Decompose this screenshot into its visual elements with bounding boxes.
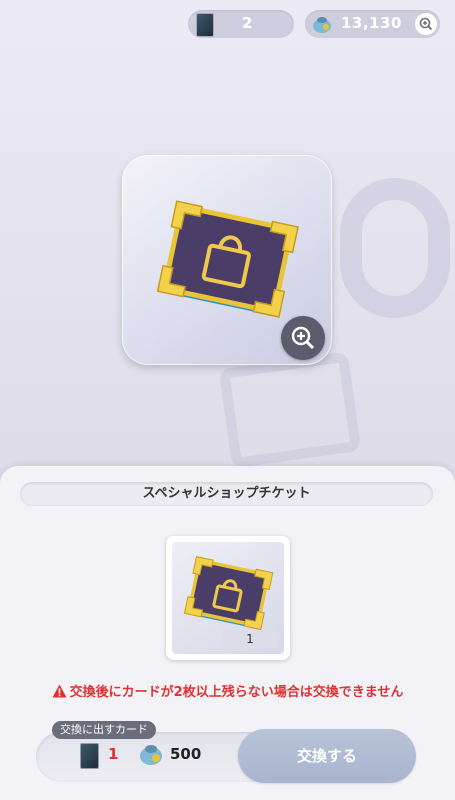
zoom-plus-icon bbox=[419, 17, 433, 31]
item-quantity-badge: 1 bbox=[222, 630, 278, 648]
card-icon bbox=[80, 743, 99, 769]
exchange-button[interactable]: 交換する bbox=[238, 729, 416, 783]
magnifier-plus-icon bbox=[291, 326, 315, 350]
background-decoration-card bbox=[218, 351, 362, 469]
top-status-bar: 2 13,130 bbox=[0, 10, 455, 40]
item-name-title: スペシャルショップチケット bbox=[20, 482, 433, 506]
item-thumbnail[interactable]: 1 bbox=[166, 536, 290, 660]
zoom-item-button[interactable] bbox=[281, 316, 325, 360]
item-thumbnail-inner: 1 bbox=[172, 542, 284, 654]
warning-text: 交換後にカードが2枚以上残らない場合は交換できません bbox=[69, 685, 404, 700]
warning-icon bbox=[52, 684, 67, 698]
coin-pouch-icon bbox=[140, 745, 162, 765]
exchange-warning: 交換後にカードが2枚以上残らない場合は交換できません bbox=[0, 681, 455, 700]
coin-cost-value: 500 bbox=[170, 745, 202, 763]
card-count-value: 2 bbox=[242, 14, 253, 32]
required-card-count: 1 bbox=[108, 745, 119, 763]
coin-balance-pill: 13,130 bbox=[305, 10, 440, 38]
card-icon bbox=[196, 13, 214, 37]
background-decoration-ring bbox=[340, 178, 450, 318]
coin-pouch-icon bbox=[313, 17, 331, 33]
card-count-pill: 2 bbox=[188, 10, 294, 38]
add-coins-button[interactable] bbox=[415, 13, 437, 35]
coin-balance-value: 13,130 bbox=[341, 14, 402, 32]
cards-to-give-label: 交換に出すカード bbox=[52, 721, 156, 739]
